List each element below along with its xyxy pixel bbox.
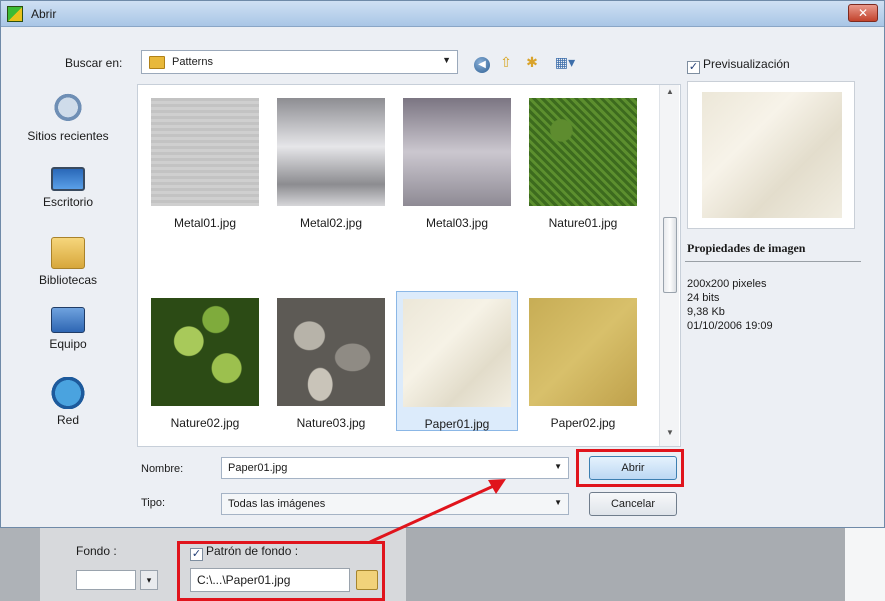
arrow-line	[369, 482, 499, 544]
annotation-arrow	[369, 479, 506, 544]
